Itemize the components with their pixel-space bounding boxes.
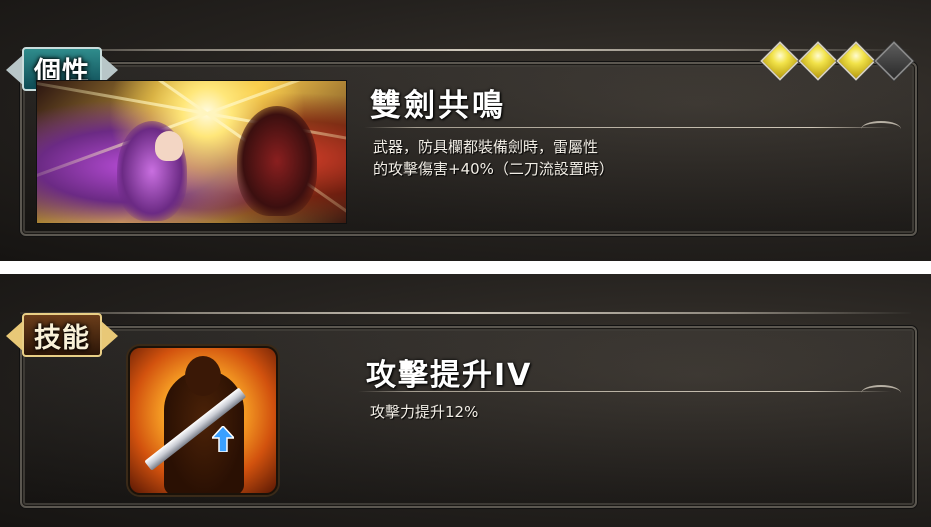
rarity-gem-empty-icon <box>874 41 914 81</box>
description-line: 攻擊力提升12% <box>370 403 479 421</box>
rarity-gem-filled-icon <box>760 41 800 81</box>
rarity-gem-filled-icon <box>798 41 838 81</box>
skill-panel: 技能 攻擊提升IV 攻擊力提升12% <box>0 274 931 527</box>
rarity-gem-filled-icon <box>836 41 876 81</box>
attack-up-skill-icon <box>128 346 278 495</box>
skill-description: 攻擊力提升12% <box>370 401 690 423</box>
badge-wing-right <box>100 320 118 352</box>
personality-title: 雙劍共鳴 <box>370 88 506 124</box>
description-line: 的攻擊傷害+40%（二刀流設置時） <box>373 160 614 178</box>
skill-divider <box>358 391 891 392</box>
skill-badge: 技能 <box>6 310 118 360</box>
panel-top-rule <box>20 312 911 314</box>
personality-panel: 個性 雙劍共鳴 武器，防具欄都裝備劍時，雷屬性 的攻擊傷害+40%（二刀流設置時… <box>0 0 931 261</box>
rarity-gems <box>760 41 914 81</box>
description-line: 武器，防具欄都裝備劍時，雷屬性 <box>373 138 599 156</box>
scroll-ornament <box>861 121 901 137</box>
personality-description: 武器，防具欄都裝備劍時，雷屬性 的攻擊傷害+40%（二刀流設置時） <box>373 136 693 180</box>
scroll-ornament <box>861 385 901 401</box>
skill-badge-label: 技能 <box>22 313 102 357</box>
character-art-image <box>36 80 347 224</box>
up-arrow-icon <box>212 426 234 452</box>
personality-divider <box>364 127 891 128</box>
skill-title: 攻擊提升IV <box>366 358 533 393</box>
